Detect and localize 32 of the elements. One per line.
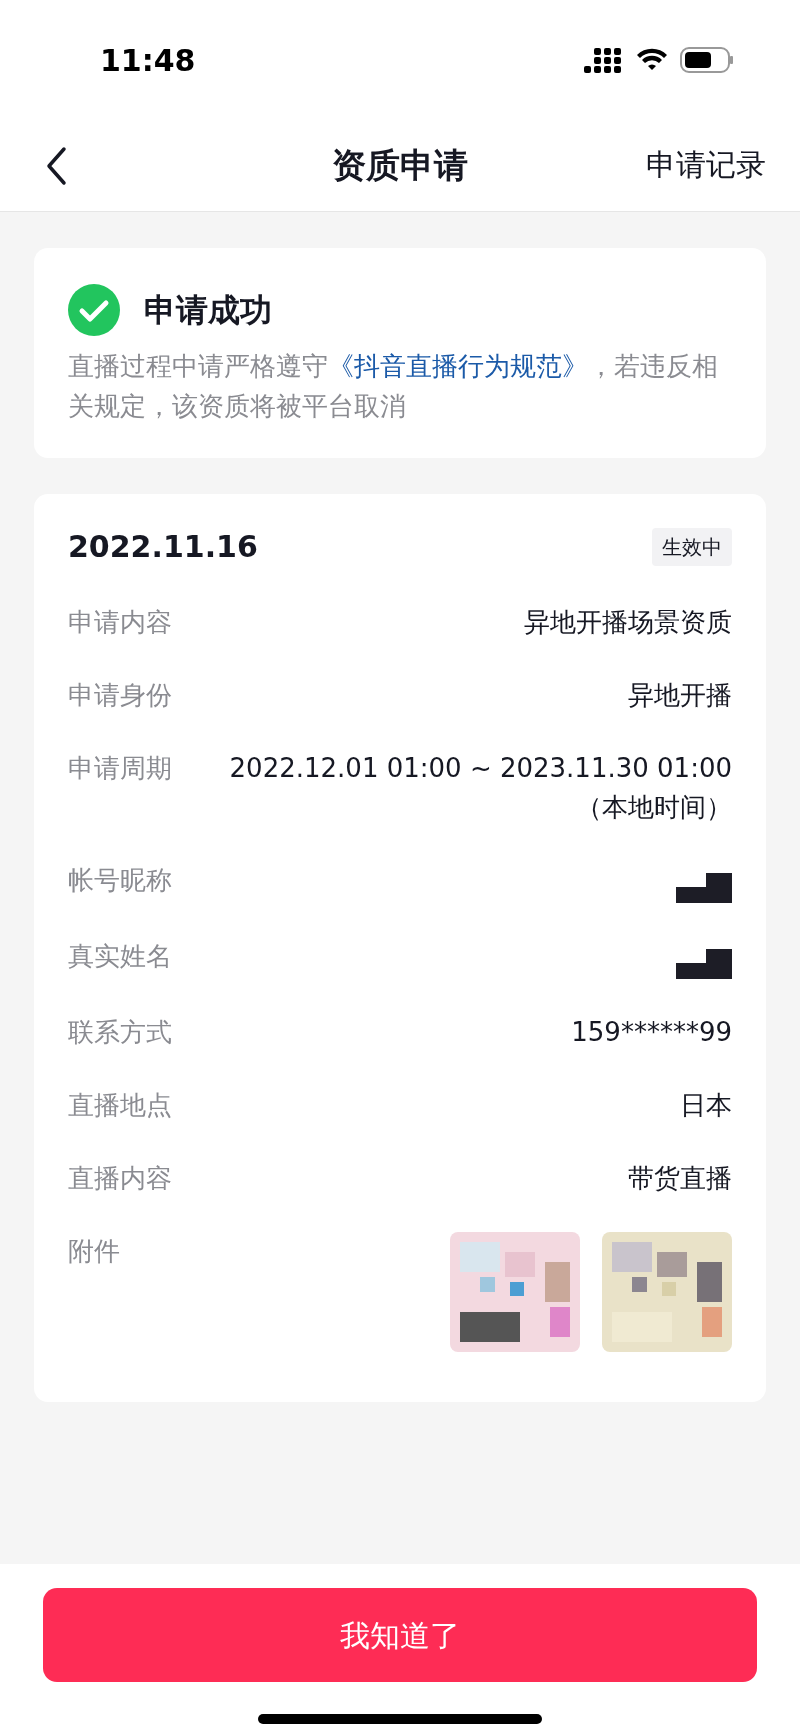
field-value: 异地开播场景资质: [524, 606, 732, 639]
field-value: 带货直播: [628, 1162, 732, 1195]
field-label: 申请内容: [68, 606, 172, 639]
record-date: 2022.11.16: [68, 528, 258, 566]
page-title: 资质申请: [332, 144, 468, 187]
back-icon: [45, 146, 67, 186]
status-time: 11:48: [100, 41, 196, 80]
redaction-mark: [676, 949, 732, 979]
field-label: 申请身份: [68, 679, 172, 712]
signal-icon: [584, 46, 624, 74]
redaction-mark: [676, 873, 732, 903]
status-badge: 生效中: [652, 527, 732, 566]
field-label: 联系方式: [68, 1016, 172, 1049]
history-link[interactable]: 申请记录: [646, 142, 766, 187]
notice-text: 直播过程中请严格遵守《抖音直播行为规范》，若违反相关规定，该资质将被平台取消: [68, 350, 719, 423]
success-title: 申请成功: [144, 290, 272, 331]
confirm-button[interactable]: 我知道了: [43, 1588, 757, 1682]
wifi-icon: [636, 48, 668, 72]
field-label: 直播地点: [68, 1089, 172, 1122]
field-label: 申请周期: [68, 752, 172, 785]
field-value: 159******99: [571, 1016, 732, 1049]
field-label: 真实姓名: [68, 940, 172, 973]
field-value: 异地开播: [628, 679, 732, 712]
battery-icon: [680, 47, 734, 73]
field-label: 附件: [68, 1235, 120, 1268]
field-value: 日本: [680, 1089, 732, 1122]
field-note: （本地时间）: [576, 791, 732, 824]
field-value: 2022.12.01 01:00 ~ 2023.11.30 01:00: [229, 752, 732, 785]
field-label: 帐号昵称: [68, 864, 172, 897]
rules-link[interactable]: 《抖音直播行为规范》: [328, 351, 588, 381]
field-label: 直播内容: [68, 1162, 172, 1195]
success-icon: [68, 284, 120, 336]
